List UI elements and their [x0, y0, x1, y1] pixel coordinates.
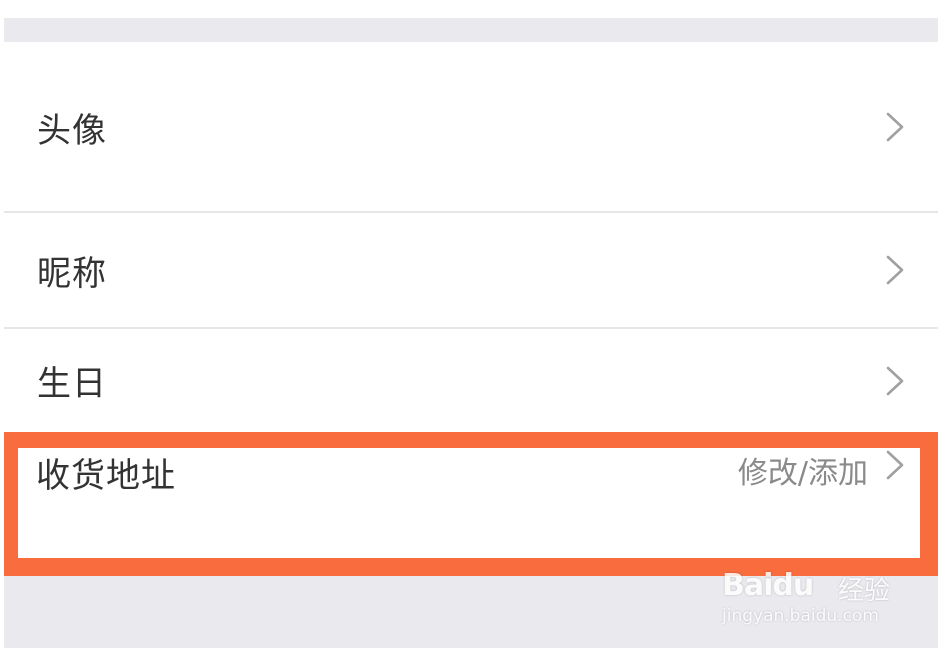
chevron-right-icon: [886, 366, 904, 395]
row-value-edit-add: 修改/添加: [737, 456, 868, 491]
watermark-logo-text: Baidu: [722, 568, 814, 603]
settings-row-avatar[interactable]: 头像: [4, 42, 938, 212]
watermark-url-text: jingyan.baidu.com: [722, 606, 879, 626]
top-section-spacer: [4, 18, 938, 42]
settings-row-birthday[interactable]: 生日: [4, 329, 938, 432]
row-label-avatar: 头像: [37, 110, 107, 151]
baidu-jingyan-watermark: Baidu 经验 jingyan.baidu.com: [718, 548, 908, 628]
profile-settings-screen: 头像 昵称 生日 收货地址 修改/添加 Baidu 经验 jingyan.bai…: [0, 0, 938, 648]
chevron-right-icon: [886, 450, 904, 480]
row-label-birthday: 生日: [37, 364, 107, 404]
row-label-shipping-address: 收货地址: [36, 456, 176, 496]
chevron-right-icon: [886, 255, 904, 285]
chevron-right-icon: [886, 112, 904, 142]
settings-row-nickname[interactable]: 昵称: [4, 213, 938, 327]
watermark-product-text: 经验: [838, 576, 891, 606]
row-label-nickname: 昵称: [37, 253, 107, 294]
settings-row-shipping-address[interactable]: 收货地址 修改/添加: [18, 448, 920, 558]
